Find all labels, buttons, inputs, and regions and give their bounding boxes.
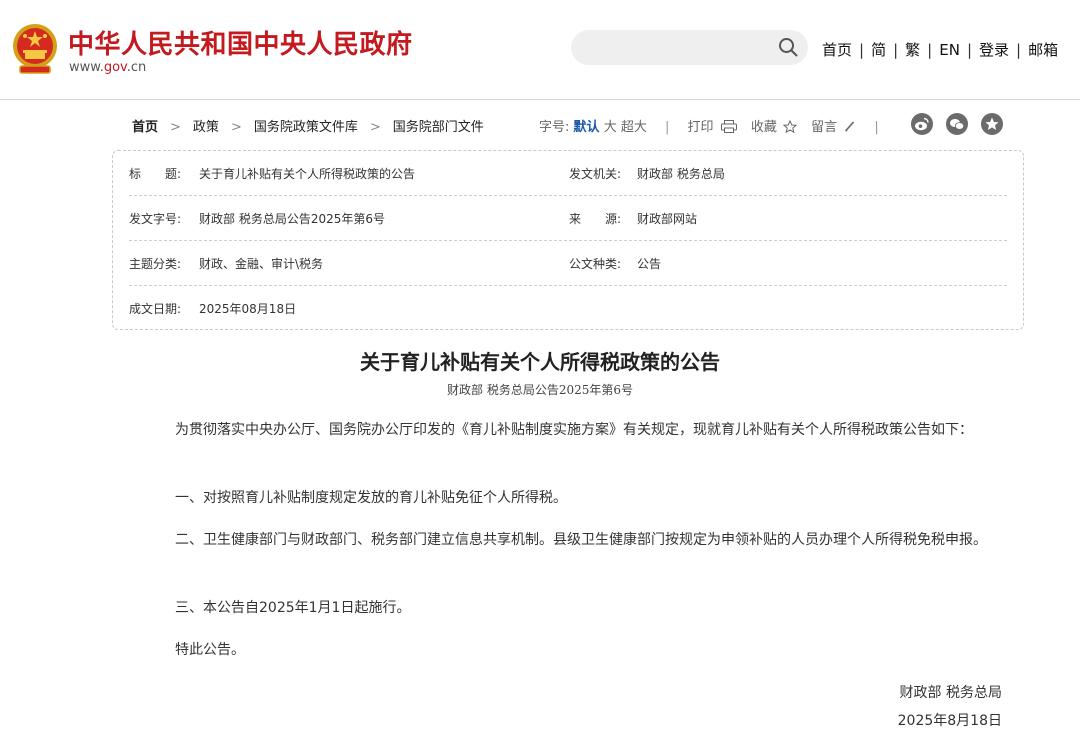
title-label: 标 题: <box>129 167 182 181</box>
nav-home[interactable]: 首页 <box>822 41 852 59</box>
issuer-label: 发文机关: <box>569 167 622 181</box>
nav-login[interactable]: 登录 <box>979 41 1009 59</box>
print-label: 打印 <box>687 120 714 135</box>
article-paragraph: 特此公告。 <box>175 642 245 658</box>
issuer-value: 财政部 税务总局 <box>637 167 725 181</box>
info-row: 标 题: 关于育儿补贴有关个人所得税政策的公告 发文机关: 财政部 税务总局 <box>129 151 1007 196</box>
nav-traditional[interactable]: 繁 <box>905 41 920 59</box>
nav-separator: | <box>1016 41 1022 59</box>
signature-org: 财政部 税务总局 <box>899 685 1002 701</box>
printer-icon <box>720 120 737 133</box>
date-value: 2025年08月18日 <box>199 302 297 316</box>
font-size-large[interactable]: 大 <box>604 120 617 135</box>
article-paragraph: 三、本公告自2025年1月1日起施行。 <box>175 600 411 616</box>
national-emblem-icon[interactable] <box>10 22 60 76</box>
docno-label: 发文字号: <box>129 212 182 226</box>
pencil-icon <box>845 121 855 132</box>
breadcrumb-home[interactable]: 首页 <box>132 120 158 135</box>
type-value: 公告 <box>637 257 662 271</box>
breadcrumb: 首页 > 政策 > 国务院政策文件库 > 国务院部门文件 <box>132 116 484 135</box>
breadcrumb-policy-library[interactable]: 国务院政策文件库 <box>254 120 358 135</box>
favorite-share-icon[interactable] <box>981 113 1003 135</box>
top-nav: 首页 | 简 | 繁 | EN | 登录 | 邮箱 <box>822 39 1058 60</box>
document-info-box: 标 题: 关于育儿补贴有关个人所得税政策的公告 发文机关: 财政部 税务总局 发… <box>112 150 1024 330</box>
search-icon[interactable] <box>778 37 798 57</box>
breadcrumb-department-docs[interactable]: 国务院部门文件 <box>393 120 484 135</box>
comment-label: 留言 <box>811 120 838 135</box>
type-label: 公文种类: <box>569 257 622 271</box>
info-row: 主题分类: 财政、金融、审计\税务 公文种类: 公告 <box>129 241 1007 286</box>
star-icon <box>782 119 798 134</box>
star-glyph-icon <box>985 117 999 130</box>
topic-label: 主题分类: <box>129 257 182 271</box>
weibo-glyph-icon <box>915 117 929 131</box>
font-size-label: 字号: <box>539 120 570 135</box>
docno-value: 财政部 税务总局公告2025年第6号 <box>199 212 385 226</box>
font-size-xlarge[interactable]: 超大 <box>621 120 647 135</box>
nav-simplified[interactable]: 简 <box>871 41 886 59</box>
print-button[interactable]: 打印 <box>688 120 737 135</box>
nav-english[interactable]: EN <box>939 41 960 59</box>
paragraph-text: 为贯彻落实中央办公厅、国务院办公厅印发的《育儿补贴制度实施方案》有关规定，现就育… <box>175 422 973 438</box>
signature-date: 2025年8月18日 <box>897 713 1002 729</box>
date-label: 成文日期: <box>129 302 182 316</box>
chevron-right-icon: > <box>230 120 242 135</box>
article-toolbar: 字号: 默认 大 超大 | 打印 收藏 留言 | <box>539 116 893 135</box>
source-label: 来 源: <box>569 212 622 226</box>
favorite-button[interactable]: 收藏 <box>750 119 798 135</box>
nav-separator: | <box>859 41 865 59</box>
nav-separator: | <box>966 41 972 59</box>
nav-separator: | <box>893 41 899 59</box>
wechat-glyph-icon <box>950 119 965 130</box>
favorite-label: 收藏 <box>750 120 777 135</box>
site-header: 中华人民共和国中央人民政府 www.gov.cn 首页 | 简 | 繁 | EN | 登录 | 邮箱 <box>0 0 1080 100</box>
article-paragraph: 为贯彻落实中央办公厅、国务院办公厅印发的《育儿补贴制度实施方案》有关规定，现就育… <box>145 416 995 444</box>
title-value: 关于育儿补贴有关个人所得税政策的公告 <box>199 167 416 181</box>
paragraph-text: 二、卫生健康部门与财政部门、税务部门建立信息共享机制。县级卫生健康部门按规定为申… <box>175 532 987 548</box>
article-title: 关于育儿补贴有关个人所得税政策的公告 <box>360 350 720 374</box>
weibo-share-icon[interactable] <box>911 113 933 135</box>
chevron-right-icon: > <box>369 120 381 135</box>
topic-value: 财政、金融、审计\税务 <box>199 257 324 271</box>
toolbar-divider: | <box>665 120 670 135</box>
nav-mail[interactable]: 邮箱 <box>1028 41 1058 59</box>
font-size-default[interactable]: 默认 <box>574 120 600 135</box>
comment-button[interactable]: 留言 <box>811 120 856 135</box>
article-subtitle: 财政部 税务总局公告2025年第6号 <box>447 383 633 397</box>
chevron-right-icon: > <box>170 120 181 135</box>
site-url-suffix: .cn <box>126 60 147 75</box>
info-row: 发文字号: 财政部 税务总局公告2025年第6号 来 源: 财政部网站 <box>129 196 1007 241</box>
breadcrumb-policy[interactable]: 政策 <box>193 120 219 135</box>
info-row: 成文日期: 2025年08月18日 <box>129 286 1007 330</box>
site-title[interactable]: 中华人民共和国中央人民政府 <box>68 24 413 61</box>
site-url-domain: gov <box>103 60 127 75</box>
site-url[interactable]: www.gov.cn <box>69 60 146 75</box>
site-url-prefix: www. <box>69 60 104 75</box>
article-paragraph: 二、卫生健康部门与财政部门、税务部门建立信息共享机制。县级卫生健康部门按规定为申… <box>145 526 995 554</box>
toolbar-divider: | <box>874 120 879 135</box>
source-value: 财政部网站 <box>637 212 698 226</box>
article-paragraph: 一、对按照育儿补贴制度规定发放的育儿补贴免征个人所得税。 <box>175 490 567 506</box>
nav-separator: | <box>927 41 933 59</box>
wechat-share-icon[interactable] <box>946 113 968 135</box>
search-input[interactable] <box>571 30 808 65</box>
